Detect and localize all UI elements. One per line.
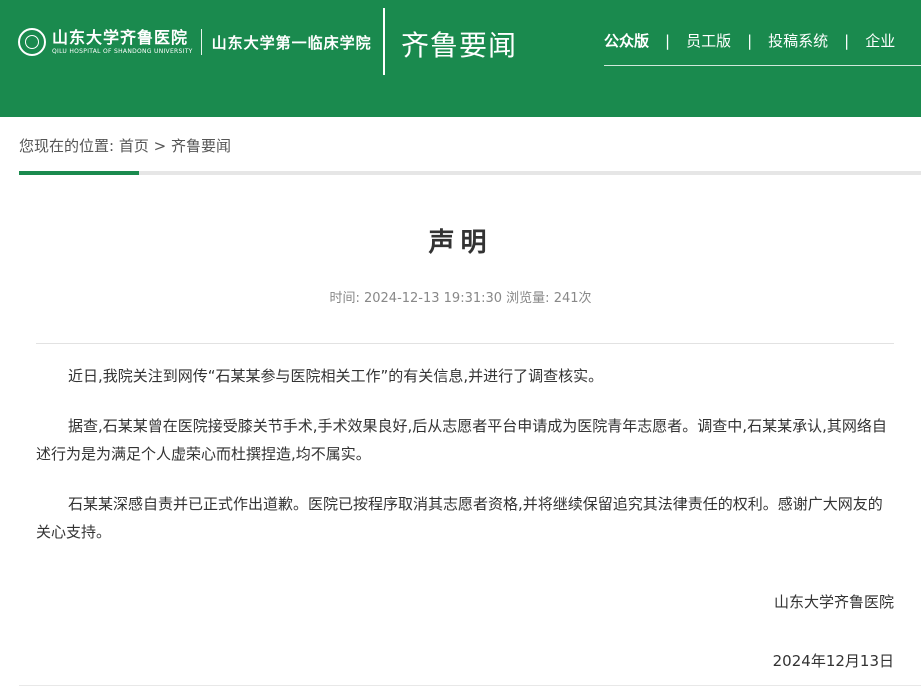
logo-subtitle: 山东大学第一临床学院 [211, 33, 372, 52]
article-title: 声明 [428, 228, 493, 258]
article-paragraph: 据查,石某某曾在医院接受膝关节手术,手术效果良好,后从志愿者平台申请成为医院青年… [36, 417, 887, 463]
nav-item-submission[interactable]: 投稿系统 [768, 30, 828, 51]
logo-english-name: QILU HOSPITAL OF SHANDONG UNIVERSITY [52, 47, 193, 55]
footer-divider [19, 685, 921, 686]
hospital-seal-icon [18, 28, 46, 56]
article-body: 近日,我院关注到网传“石某某参与医院相关工作”的有关信息,并进行了调查核实。 据… [36, 362, 894, 568]
nav-underline [604, 65, 921, 66]
nav-item-enterprise[interactable]: 企业 [865, 30, 895, 51]
nav-separator: | [665, 31, 671, 50]
site-header: 山东大学齐鲁医院 QILU HOSPITAL OF SHANDONG UNIVE… [0, 0, 921, 117]
breadcrumb-home-link[interactable]: 首页 [119, 137, 149, 155]
logo-text-group: 山东大学齐鲁医院 QILU HOSPITAL OF SHANDONG UNIVE… [52, 27, 193, 56]
logo-name: 山东大学齐鲁医院 [52, 27, 189, 47]
breadcrumb-bar [19, 171, 921, 175]
section-title: 齐鲁要闻 [401, 29, 518, 62]
breadcrumb: 您现在的位置: 首页 > 齐鲁要闻 [19, 135, 231, 156]
article-divider [36, 343, 894, 344]
breadcrumb-separator: > [153, 137, 167, 155]
article-date: 2024年12月13日 [772, 652, 894, 670]
nav-item-staff[interactable]: 员工版 [686, 30, 731, 51]
article-signature: 山东大学齐鲁医院 [773, 593, 894, 611]
logo-divider [200, 29, 202, 55]
breadcrumb-current-link[interactable]: 齐鲁要闻 [171, 137, 231, 155]
breadcrumb-prefix: 您现在的位置: [19, 137, 115, 155]
top-nav: 公众版 | 员工版 | 投稿系统 | 企业 [604, 30, 895, 51]
header-divider [383, 8, 385, 75]
article-paragraph: 近日,我院关注到网传“石某某参与医院相关工作”的有关信息,并进行了调查核实。 [68, 367, 604, 385]
nav-separator: | [747, 31, 753, 50]
breadcrumb-bar-accent [19, 171, 139, 175]
article-meta: 时间: 2024-12-13 19:31:30 浏览量: 241次 [329, 291, 592, 306]
hospital-logo[interactable]: 山东大学齐鲁医院 QILU HOSPITAL OF SHANDONG UNIVE… [18, 26, 372, 58]
nav-separator: | [844, 31, 850, 50]
nav-item-public[interactable]: 公众版 [604, 30, 649, 51]
article-paragraph: 石某某深感自责并已正式作出道歉。医院已按程序取消其志愿者资格,并将继续保留追究其… [36, 495, 883, 541]
